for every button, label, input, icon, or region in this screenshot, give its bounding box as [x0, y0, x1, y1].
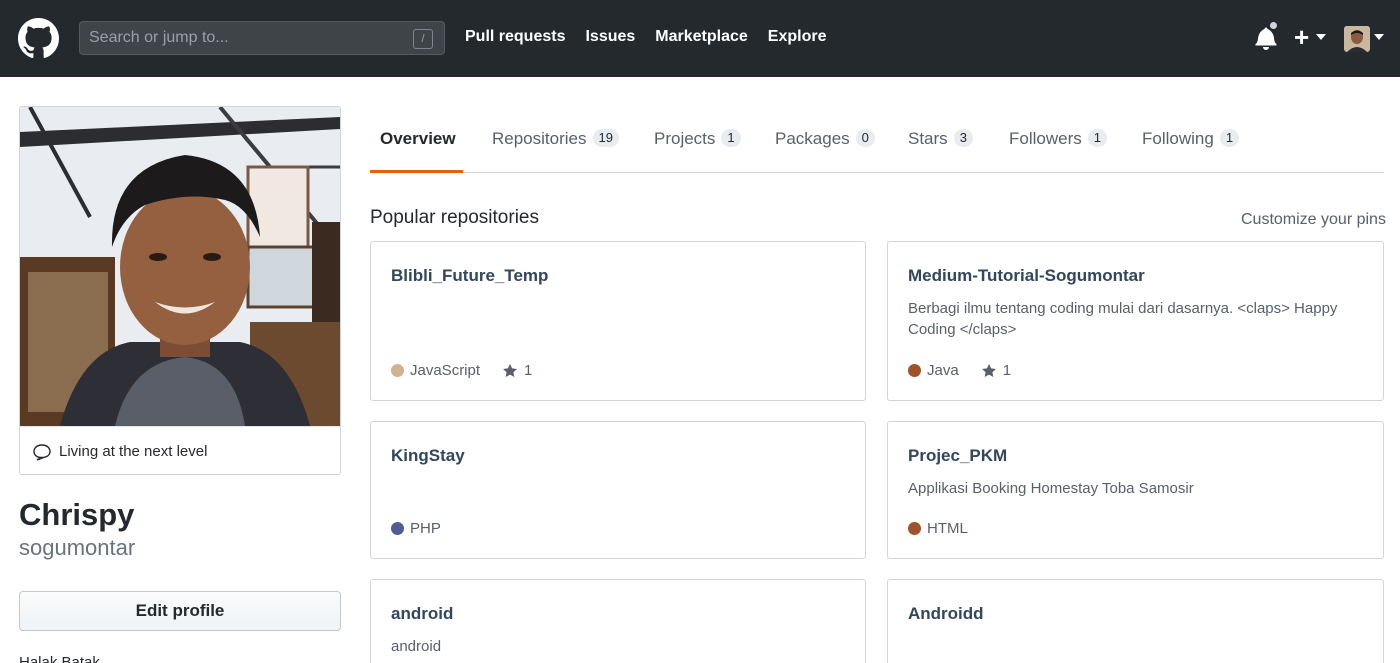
tab-following[interactable]: Following 1 — [1142, 129, 1240, 149]
search-input[interactable]: Search or jump to... / — [79, 21, 445, 55]
tab-packages[interactable]: Packages 0 — [775, 129, 875, 149]
language-color-dot — [391, 364, 404, 377]
selected-tab-indicator — [370, 170, 463, 173]
profile-location: Halak Batak — [19, 654, 100, 663]
repo-name-link[interactable]: Blibli_Future_Temp — [391, 266, 548, 286]
tab-count: 3 — [953, 129, 973, 147]
repo-description: android — [391, 638, 442, 655]
repo-description: Applikasi Booking Homestay Toba Samosir — [908, 480, 1194, 497]
repo-name-link[interactable]: Medium-Tutorial-Sogumontar — [908, 266, 1145, 286]
repo-name-link[interactable]: KingStay — [391, 446, 465, 466]
repo-card: Androidd — [887, 579, 1384, 663]
tab-stars[interactable]: Stars 3 — [908, 129, 973, 149]
repo-meta: HTML — [908, 520, 968, 537]
repo-card: Blibli_Future_Temp JavaScript 1 — [370, 241, 866, 401]
repo-description: Berbagi ilmu tentang coding mulai dari d… — [908, 300, 1338, 338]
notification-dot — [1268, 20, 1279, 31]
tab-count: 19 — [592, 129, 619, 147]
profile-status[interactable]: Living at the next level — [20, 426, 340, 474]
tab-label: Following — [1142, 129, 1214, 148]
nav-pull-requests[interactable]: Pull requests — [465, 28, 565, 46]
speech-bubble-icon — [33, 444, 51, 461]
tab-projects[interactable]: Projects 1 — [654, 129, 741, 149]
repo-name-link[interactable]: android — [391, 604, 453, 624]
customize-pins-link[interactable]: Customize your pins — [1241, 211, 1386, 229]
tab-label: Overview — [380, 129, 456, 148]
repo-name-link[interactable]: Androidd — [908, 604, 984, 624]
repo-star-count[interactable]: 1 — [524, 362, 532, 379]
profile-card: Living at the next level — [19, 106, 341, 475]
popular-repos-title: Popular repositories — [370, 207, 539, 228]
nav-marketplace[interactable]: Marketplace — [655, 28, 748, 46]
star-icon[interactable] — [981, 363, 997, 379]
language-color-dot — [908, 522, 921, 535]
repo-meta: Java 1 — [908, 362, 1011, 379]
tab-count: 1 — [721, 129, 741, 147]
nav-explore[interactable]: Explore — [768, 28, 827, 46]
repo-name-link[interactable]: Projec_PKM — [908, 446, 1007, 466]
tab-label: Stars — [908, 129, 948, 148]
repo-card: KingStay PHP — [370, 421, 866, 559]
tab-followers[interactable]: Followers 1 — [1009, 129, 1107, 149]
edit-profile-button[interactable]: Edit profile — [19, 591, 341, 631]
language-color-dot — [391, 522, 404, 535]
tab-count: 1 — [1219, 129, 1240, 147]
profile-username: sogumontar — [19, 535, 136, 560]
language-color-dot — [908, 364, 921, 377]
status-text: Living at the next level — [59, 443, 208, 460]
tab-label: Projects — [654, 129, 716, 148]
repo-language: HTML — [927, 520, 968, 537]
repo-language: Java — [927, 362, 959, 379]
tab-count: 1 — [1087, 129, 1107, 147]
repo-star-count[interactable]: 1 — [1003, 362, 1011, 379]
top-header: Search or jump to... / Pull requests Iss… — [0, 0, 1400, 77]
repo-meta: PHP — [391, 520, 441, 537]
tab-label: Repositories — [492, 129, 587, 148]
star-icon[interactable] — [502, 363, 518, 379]
search-placeholder: Search or jump to... — [89, 29, 229, 46]
tab-label: Followers — [1009, 129, 1082, 148]
user-avatar[interactable] — [1344, 26, 1370, 52]
main-nav: Pull requests Issues Marketplace Explore — [465, 28, 846, 46]
chevron-down-icon[interactable] — [1374, 33, 1384, 41]
profile-fullname: Chrispy — [19, 497, 135, 532]
chevron-down-icon[interactable] — [1316, 33, 1326, 41]
repo-card: android android — [370, 579, 866, 663]
tab-overview[interactable]: Overview — [380, 129, 456, 149]
repo-card: Projec_PKM Applikasi Booking Homestay To… — [887, 421, 1384, 559]
create-new-button[interactable]: + — [1294, 24, 1309, 50]
repo-language: PHP — [410, 520, 441, 537]
search-shortcut-key: / — [413, 29, 433, 49]
github-logo-icon[interactable] — [18, 18, 59, 59]
tab-repositories[interactable]: Repositories 19 — [492, 129, 619, 149]
repo-meta: JavaScript 1 — [391, 362, 532, 379]
repo-language: JavaScript — [410, 362, 481, 379]
repo-card: Medium-Tutorial-Sogumontar Berbagi ilmu … — [887, 241, 1384, 401]
tab-count: 0 — [855, 129, 875, 147]
nav-issues[interactable]: Issues — [585, 28, 635, 46]
profile-photo[interactable] — [20, 107, 340, 426]
profile-tabs: Overview Repositories 19 Projects 1 Packag… — [370, 116, 1384, 173]
tab-label: Packages — [775, 129, 850, 148]
